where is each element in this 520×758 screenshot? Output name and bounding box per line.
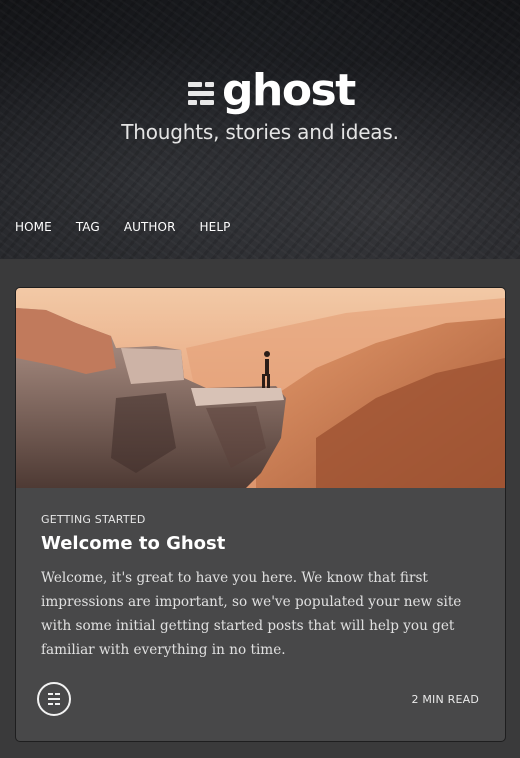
reading-time: 2 MIN READ [411,693,479,706]
site-header: ghost Thoughts, stories and ideas. HOME … [0,0,520,259]
nav-item-tag[interactable]: TAG [76,220,100,234]
post-excerpt[interactable]: Welcome, it's great to have you here. We… [41,566,491,662]
logo-wordmark: ghost [222,65,356,116]
site-tagline: Thoughts, stories and ideas. [121,120,399,144]
author-avatar[interactable] [37,682,71,716]
main-navigation: HOME TAG AUTHOR HELP [15,220,254,234]
post-title[interactable]: Welcome to Ghost [41,533,491,554]
post-card[interactable]: GETTING STARTED Welcome to Ghost Welcome… [15,287,506,742]
post-card-content: GETTING STARTED Welcome to Ghost Welcome… [41,513,491,662]
nav-item-help[interactable]: HELP [200,220,231,234]
nav-item-author[interactable]: AUTHOR [124,220,176,234]
post-tag[interactable]: GETTING STARTED [41,513,491,526]
site-logo[interactable]: ghost [188,65,356,116]
nav-item-home[interactable]: HOME [15,220,52,234]
post-feature-image[interactable] [16,288,505,488]
ghost-logo-icon [188,81,214,107]
